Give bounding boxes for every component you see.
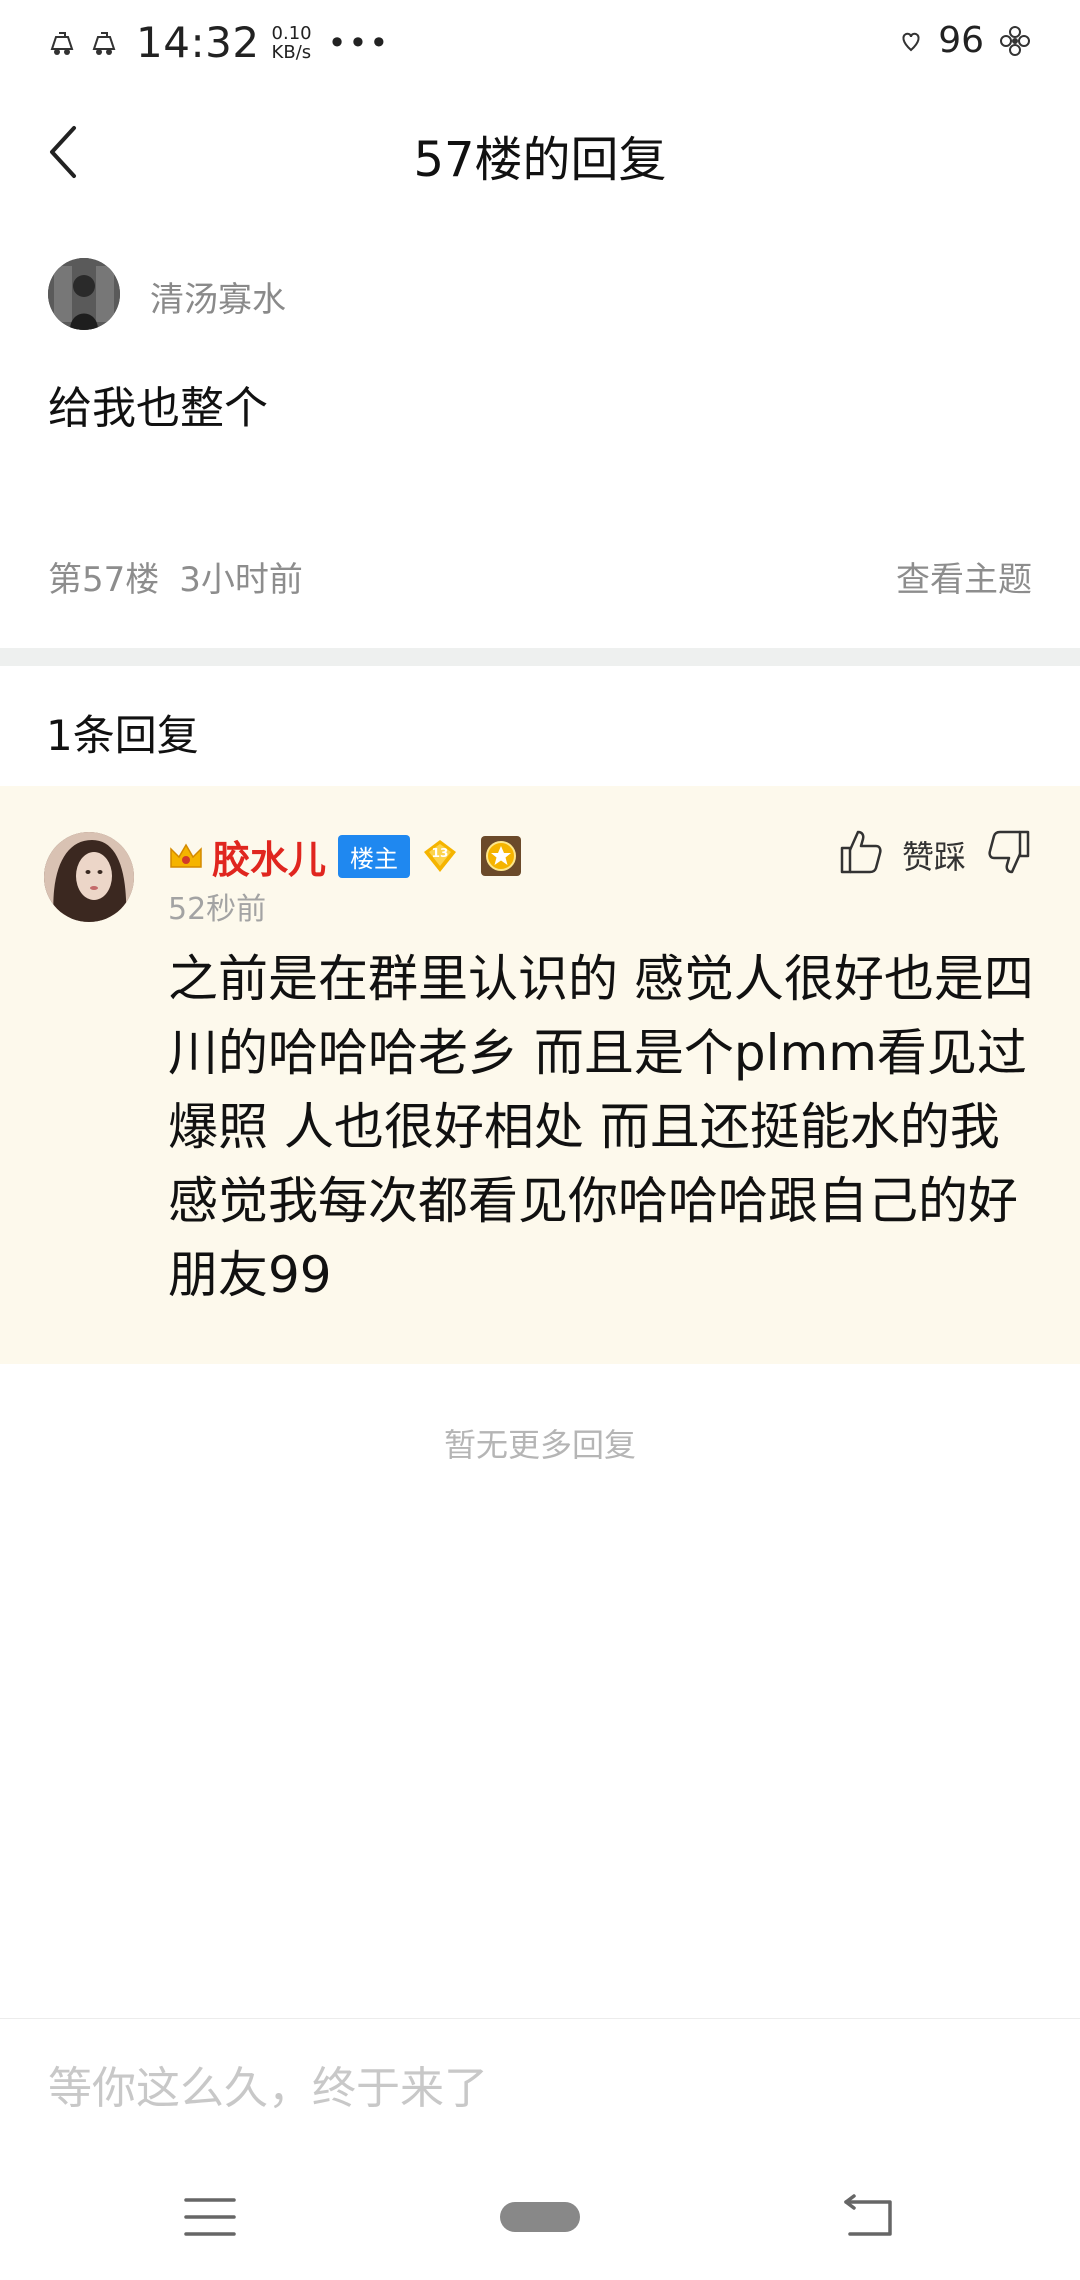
status-bar: 14:32 0.10 KB/s ••• 96 <box>0 0 1080 84</box>
clock: 14:32 <box>136 18 260 67</box>
speed-value: 0.10 <box>271 22 312 44</box>
thumbs-up-icon[interactable] <box>838 826 884 876</box>
speed-unit: KB/s <box>271 41 312 63</box>
reply-header: 胶水儿 楼主 13 <box>168 828 522 884</box>
notification-icon <box>92 31 116 55</box>
medal-icon <box>481 836 522 876</box>
reply-content: 之前是在群里认识的 感觉人很好也是四川的哈哈哈老乡 而且是个plmm看见过爆照 … <box>168 950 1034 1304</box>
reply-time: 52秒前 <box>168 892 267 927</box>
notification-icon <box>50 31 74 55</box>
owner-badge: 楼主 <box>338 834 411 878</box>
level-badge-icon: 13 <box>424 840 457 872</box>
post-author-name[interactable]: 清汤寡水 <box>150 272 286 321</box>
reply-input[interactable] <box>46 2047 1030 2129</box>
reply-item: 胶水儿 楼主 13 52秒前 赞踩 之前是在群里认识的 感觉人很好也是四川的哈哈… <box>0 786 1080 1364</box>
more-dots: ••• <box>327 23 391 62</box>
home-pill-button[interactable] <box>500 2202 580 2232</box>
flower-icon <box>1000 25 1030 56</box>
floor-number: 第57楼 <box>48 560 160 600</box>
menu-icon[interactable] <box>182 2194 238 2240</box>
avatar[interactable] <box>48 258 120 330</box>
reply-author-name[interactable]: 胶水儿 <box>212 829 326 884</box>
header: 57楼的回复 <box>0 100 1080 204</box>
back-icon[interactable] <box>840 2192 896 2242</box>
crown-icon <box>170 843 202 868</box>
post-time: 3小时前 <box>179 560 303 600</box>
vote-label: 赞踩 <box>902 838 967 876</box>
system-nav-bar <box>0 2152 1080 2280</box>
no-more-replies: 暂无更多回复 <box>443 1426 636 1464</box>
post-content: 给我也整个 <box>48 383 268 434</box>
level-number: 13 <box>432 846 449 860</box>
network-speed: 0.10 KB/s <box>272 24 312 62</box>
view-topic-link[interactable]: 查看主题 <box>896 552 1032 601</box>
reply-input-bar <box>0 2018 1080 2154</box>
section-divider <box>0 648 1080 666</box>
page-title: 57楼的回复 <box>413 132 667 188</box>
thumbs-down-icon[interactable] <box>986 828 1032 878</box>
post-meta: 第57楼 3小时前 <box>48 552 303 601</box>
page: 14:32 0.10 KB/s ••• 96 57楼的回复 清汤寡水 给我也整个… <box>0 0 1080 2280</box>
avatar-image <box>48 258 120 330</box>
reply-count: 1条回复 <box>46 711 199 760</box>
heart-signal-icon <box>902 32 920 51</box>
avatar[interactable] <box>44 832 134 922</box>
avatar-image <box>44 832 134 922</box>
battery-level: 96 <box>938 20 984 61</box>
